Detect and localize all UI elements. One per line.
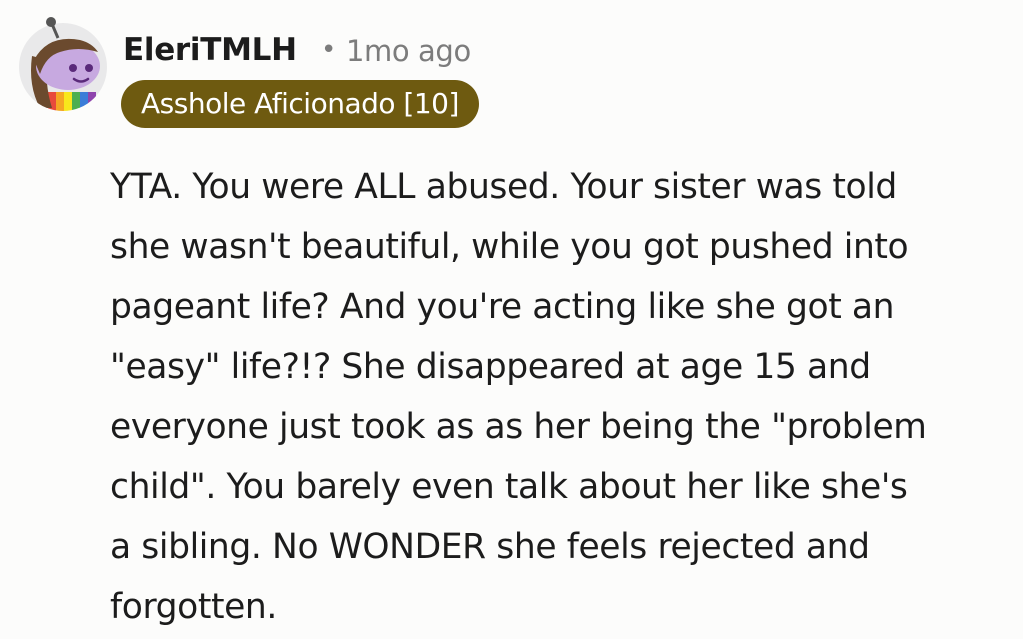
comment-body-line: everyone just took as as her being the "… [110,407,927,447]
comment: EleriTMLH • 1mo ago Asshole Aficionado [… [0,0,1023,639]
comment-body-line: pageant life? And you're acting like she… [110,287,895,327]
avatar[interactable] [18,16,108,112]
meta-separator: • [321,35,337,65]
comment-body: YTA. You were ALL abused. Your sister wa… [110,157,1015,637]
snoo-avatar-icon [19,17,107,111]
comment-body-line: a sibling. No WONDER she feels rejected … [110,527,870,567]
comment-body-line: she wasn't beautiful, while you got push… [110,227,909,267]
comment-timestamp[interactable]: 1mo ago [346,31,471,71]
comment-body-line: child". You barely even talk about her l… [110,467,908,507]
comment-body-line: forgotten. [110,587,277,627]
comment-body-line: YTA. You were ALL abused. Your sister wa… [110,167,897,207]
author-username[interactable]: EleriTMLH [123,30,297,70]
user-flair: Asshole Aficionado [10] [121,80,479,128]
comment-body-line: "easy" life?!? She disappeared at age 15… [110,347,871,387]
